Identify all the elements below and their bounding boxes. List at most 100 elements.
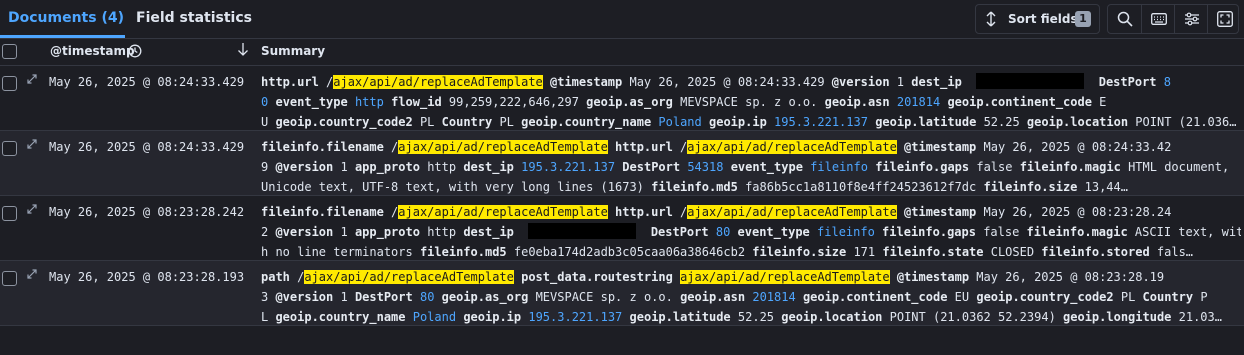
row-select-checkbox[interactable]	[2, 206, 17, 221]
field-value: E	[1091, 95, 1107, 109]
field-value	[1084, 75, 1098, 89]
field-value-highlighted: 54318	[687, 160, 724, 174]
search-highlight: ajax/api/ad/replaceAdTemplate	[333, 75, 543, 89]
field-value: HTML document,	[1120, 160, 1230, 174]
field-value: 99,259,222,646,297	[441, 95, 587, 109]
field-value: L	[261, 310, 276, 324]
row-summary: path /ajax/api/ad/replaceAdTemplate post…	[261, 267, 1241, 327]
field-name: http.url	[615, 140, 673, 154]
field-value	[796, 290, 803, 304]
field-value: EU	[947, 290, 977, 304]
field-value-highlighted: 201814	[752, 290, 796, 304]
field-name: path	[261, 270, 290, 284]
field-value: ASCII text, wit	[1127, 225, 1241, 239]
field-name: geoip.longitude	[1063, 310, 1172, 324]
field-value-highlighted: 195.3.221.137	[774, 115, 868, 129]
row-summary: fileinfo.filename /ajax/api/ad/replaceAd…	[261, 202, 1241, 262]
table-row[interactable]: May 26, 2025 @ 08:24:33.42 9 fileinfo.file…	[0, 131, 1244, 196]
tab-field-statistics[interactable]: Field statistics	[136, 10, 252, 26]
field-name: post_data.routestring	[521, 270, 673, 284]
row-timestamp: May 26, 2025 @ 08:24:33.429	[49, 75, 245, 89]
field-value: May 26, 2025 @ 08:23:28.19	[969, 270, 1165, 284]
redacted-value	[976, 73, 1085, 89]
field-value: CLOSED	[983, 245, 1042, 259]
field-name: app_proto	[354, 225, 420, 239]
field-value	[406, 310, 413, 324]
row-summary: fileinfo.filename /ajax/api/ad/replaceAd…	[261, 137, 1241, 197]
field-value: /	[672, 140, 688, 154]
column-header-timestamp[interactable]: @timestamp	[50, 44, 135, 58]
field-value	[723, 160, 730, 174]
summary-line: fileinfo.filename /ajax/api/ad/replaceAd…	[261, 137, 1241, 157]
summary-line: http.url /ajax/api/ad/replaceAdTemplate …	[261, 72, 1241, 92]
row-select-checkbox[interactable]	[2, 76, 17, 91]
row-select-checkbox[interactable]	[2, 271, 17, 286]
row-timestamp: May 26, 2025 @ 08:23:28.193	[49, 270, 245, 284]
summary-line: h no line terminators fileinfo.md5 fe0eb…	[261, 242, 1241, 262]
field-name: @timestamp	[904, 140, 977, 154]
field-name: event_type	[730, 160, 803, 174]
field-value: U	[261, 115, 276, 129]
table-row[interactable]: May 26, 2025 @ 08:24:33.429 http.url /aja…	[0, 66, 1244, 131]
field-value: 1	[333, 290, 355, 304]
field-value: 3	[261, 290, 276, 304]
sort-descending-icon[interactable]	[237, 42, 249, 60]
expand-row-icon[interactable]	[26, 138, 38, 153]
field-name: geoip.country_code2	[275, 115, 413, 129]
summary-line: fileinfo.filename /ajax/api/ad/replaceAd…	[261, 202, 1241, 222]
field-value: 1	[889, 75, 912, 89]
expand-row-icon[interactable]	[26, 203, 38, 218]
field-value-highlighted: 201814	[896, 95, 941, 109]
field-value-highlighted: fileinfo	[810, 160, 868, 174]
field-value: 2	[261, 225, 276, 239]
expand-row-icon[interactable]	[26, 73, 38, 88]
fullscreen-icon[interactable]	[1207, 5, 1241, 33]
field-value	[875, 225, 882, 239]
summary-line: 2 @version 1 app_proto http dest_ip Dest…	[261, 222, 1241, 242]
sort-fields-button[interactable]: Sort fields 1	[975, 4, 1100, 34]
field-value	[709, 225, 716, 239]
field-name: fileinfo.magic	[1026, 225, 1128, 239]
field-name: dest_ip	[463, 225, 514, 239]
field-value-highlighted: http	[354, 95, 384, 109]
summary-line: 3 @version 1 DestPort 80 geoip.as_org ME…	[261, 287, 1241, 307]
tab-documents[interactable]: Documents (4)	[8, 10, 124, 26]
search-highlight: ajax/api/ad/replaceAdTemplate	[680, 270, 890, 284]
search-highlight: ajax/api/ad/replaceAdTemplate	[304, 270, 514, 284]
field-value: PL	[412, 115, 442, 129]
summary-line: U geoip.country_code2 PL Country PL geoi…	[261, 112, 1241, 132]
field-value-highlighted: 195.3.221.137	[521, 160, 616, 174]
search-highlight: ajax/api/ad/replaceAdTemplate	[398, 140, 608, 154]
field-value: PL	[1113, 290, 1143, 304]
field-value	[962, 75, 976, 89]
field-value	[767, 115, 774, 129]
field-value: May 26, 2025 @ 08:24:33.42	[976, 140, 1172, 154]
field-name: DestPort	[1098, 75, 1157, 89]
field-value: POINT (21.036…	[1128, 115, 1237, 129]
field-name: @version	[275, 160, 334, 174]
field-value-highlighted: 80	[419, 290, 435, 304]
field-value: 9	[261, 160, 276, 174]
field-name: fileinfo.gaps	[875, 160, 970, 174]
keyboard-icon[interactable]	[1141, 5, 1175, 33]
search-icon[interactable]	[1108, 5, 1141, 33]
field-name: geoip.latitude	[875, 115, 977, 129]
sort-count-badge: 1	[1075, 11, 1091, 27]
summary-line: Unicode text, UTF-8 text, with very long…	[261, 177, 1241, 197]
field-value: MEVSPACE sp. z o.o.	[528, 290, 681, 304]
sort-arrows-icon	[986, 11, 996, 31]
table-row[interactable]: May 26, 2025 @ 08:23:28.242 fileinfo.file…	[0, 196, 1244, 261]
field-value	[897, 140, 904, 154]
field-value: 13,44…	[1077, 180, 1128, 194]
field-value: http	[419, 160, 464, 174]
expand-row-icon[interactable]	[26, 268, 38, 283]
column-header-summary[interactable]: Summary	[261, 44, 325, 58]
settings-sliders-icon[interactable]	[1174, 5, 1208, 33]
field-value: MEVSPACE sp. z o.o.	[672, 95, 825, 109]
field-name: http.url	[615, 205, 673, 219]
field-name: DestPort	[354, 290, 413, 304]
row-select-checkbox[interactable]	[2, 141, 17, 156]
select-all-checkbox[interactable]	[2, 44, 17, 59]
field-value: /	[289, 270, 305, 284]
table-row[interactable]: May 26, 2025 @ 08:23:28.193 path /ajax/ap…	[0, 261, 1244, 326]
